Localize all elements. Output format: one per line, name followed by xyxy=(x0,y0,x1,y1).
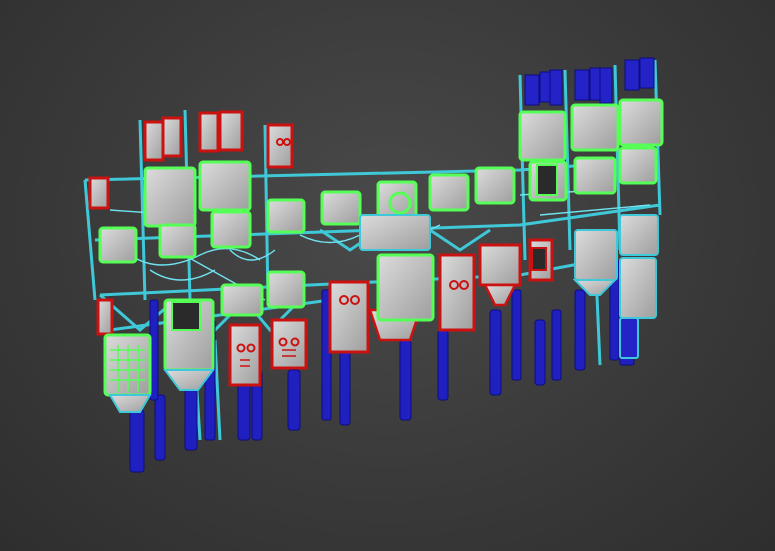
blue-top-units xyxy=(524,57,655,106)
wireframe-scene xyxy=(83,57,664,473)
3d-viewport[interactable] xyxy=(0,0,775,551)
